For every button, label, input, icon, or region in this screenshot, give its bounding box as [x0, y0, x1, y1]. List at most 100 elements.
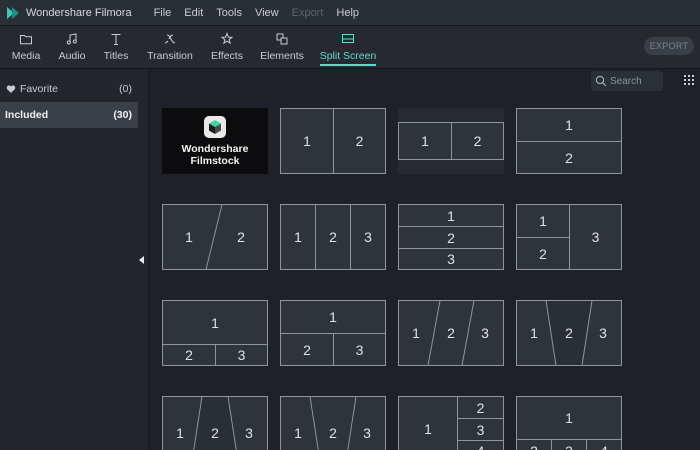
split-template-3v[interactable]: 1 2 3 [280, 204, 386, 270]
split-template-3-wedge[interactable]: 1 2 3 [516, 300, 622, 366]
split-cell: 2 [329, 425, 337, 441]
app-title: Wondershare Filmora [26, 6, 132, 19]
export-button[interactable]: EXPORT [644, 37, 694, 55]
tab-effects-label: Effects [211, 50, 243, 62]
tab-transition-label: Transition [147, 50, 193, 62]
search-icon [595, 75, 607, 87]
split-cell: 1 [398, 122, 452, 160]
split-template-3h[interactable]: 1 2 3 [398, 204, 504, 270]
tab-titles-label: Titles [103, 50, 129, 62]
split-cell: 1 [530, 325, 538, 341]
split-cell: 2 [516, 141, 622, 174]
sidebar-item-favorite[interactable]: Favorite (0) [0, 76, 138, 102]
split-cell: 2 [333, 108, 386, 174]
title-menu-bar: Wondershare Filmora File Edit Tools View… [0, 0, 700, 26]
filmora-window: Wondershare Filmora File Edit Tools View… [0, 0, 700, 450]
collapse-sidebar-arrow-icon[interactable] [139, 256, 144, 264]
split-cell: 3 [363, 425, 371, 441]
split-cell: 1 [162, 300, 268, 345]
menu-help[interactable]: Help [336, 7, 359, 19]
filmora-logo-icon [7, 6, 19, 19]
tab-media-label: Media [11, 50, 41, 62]
split-cell: 2 [457, 396, 504, 419]
split-template-3-slanted[interactable]: 1 2 3 [398, 300, 504, 366]
tab-effects[interactable]: Effects [211, 30, 243, 66]
split-cell: 3 [245, 425, 253, 441]
tab-titles[interactable]: Titles [102, 30, 130, 66]
split-cell: 1 [412, 325, 420, 341]
split-cell: 3 [398, 248, 504, 270]
split-template-1top-2bottom-even[interactable]: 1 2 3 [280, 300, 386, 366]
split-cell: 3 [457, 418, 504, 441]
transition-icon [164, 34, 176, 44]
split-cell: 2 [237, 229, 245, 245]
sidebar-item-favorite-count: (0) [119, 83, 132, 95]
menu-file[interactable]: File [154, 7, 172, 19]
split-cell: 2 [565, 325, 573, 341]
effects-icon [220, 32, 234, 45]
split-cell: 3 [333, 333, 386, 366]
split-cell: 4 [586, 439, 622, 450]
menu-view[interactable]: View [255, 7, 279, 19]
text-icon [111, 34, 121, 45]
split-cell: 1 [516, 396, 622, 440]
split-screen-icon [342, 34, 354, 43]
split-cell: 1 [185, 229, 193, 245]
split-template-2left-1right[interactable]: 1 2 3 [516, 204, 622, 270]
menu-edit[interactable]: Edit [184, 7, 203, 19]
split-cell: 2 [516, 439, 552, 450]
split-template-1top-3bottom[interactable]: 1 2 3 4 [516, 396, 622, 450]
split-template-1left-3right[interactable]: 1 2 3 4 [398, 396, 504, 450]
split-cell: 2 [211, 425, 219, 441]
split-cell: 2 [162, 344, 216, 366]
tab-audio[interactable]: Audio [58, 30, 86, 66]
grid-view-icon[interactable] [684, 75, 694, 85]
split-cell: 1 [280, 108, 334, 174]
menu-tools[interactable]: Tools [216, 7, 242, 19]
split-cell: 1 [516, 108, 622, 142]
sidebar-item-included[interactable]: Included (30) [0, 102, 138, 128]
tab-elements-label: Elements [260, 50, 304, 62]
split-cell: 1 [176, 425, 184, 441]
split-cell: 2 [398, 226, 504, 249]
search-box[interactable]: Search [591, 71, 663, 91]
filmstock-line2: Filmstock [190, 155, 240, 167]
sidebar-item-favorite-label: Favorite [20, 83, 58, 95]
split-cell: 1 [280, 204, 316, 270]
music-note-icon [66, 33, 77, 45]
menu-export[interactable]: Export [292, 7, 324, 19]
tab-elements[interactable]: Elements [260, 30, 304, 66]
filmstock-line1: Wondershare [181, 143, 249, 155]
split-template-2-diagonal[interactable]: 1 2 [162, 204, 268, 270]
split-template-3-inverted-wedge[interactable]: 1 2 3 [162, 396, 268, 450]
heart-icon [6, 85, 16, 93]
filmstock-promo-tile[interactable]: Wondershare Filmstock [162, 108, 268, 174]
tab-split-screen[interactable]: Split Screen [320, 30, 376, 66]
split-cell: 2 [516, 237, 570, 270]
tab-audio-label: Audio [58, 50, 86, 62]
split-cell: 1 [398, 396, 458, 450]
split-template-2h[interactable]: 1 2 [516, 108, 622, 174]
tab-media[interactable]: Media [12, 30, 40, 66]
split-cell: 3 [481, 325, 489, 341]
split-cell: 2 [447, 325, 455, 341]
split-cell: 1 [516, 204, 570, 238]
main-toolbar: Media Audio Titles Transition Effects El… [0, 26, 700, 69]
split-cell: 2 [451, 122, 504, 160]
split-template-3-funnel[interactable]: 1 2 3 [280, 396, 386, 450]
filmstock-logo-icon [204, 116, 226, 138]
folder-icon [20, 35, 32, 45]
tab-transition[interactable]: Transition [147, 30, 193, 66]
tab-split-screen-label: Split Screen [319, 50, 377, 62]
split-template-2v-wide[interactable]: 1 2 [398, 108, 504, 174]
split-template-2v[interactable]: 1 2 [280, 108, 386, 174]
split-cell: 3 [551, 439, 587, 450]
split-cell: 1 [294, 425, 302, 441]
split-cell: 2 [315, 204, 351, 270]
split-cell: 3 [215, 344, 268, 366]
elements-icon [276, 33, 288, 45]
sidebar-item-included-count: (30) [113, 109, 132, 121]
split-cell: 3 [569, 204, 622, 270]
split-screen-library: Search Wondershare Filmstock 1 2 1 2 1 2… [150, 70, 700, 450]
split-template-1top-2bottom[interactable]: 1 2 3 [162, 300, 268, 366]
